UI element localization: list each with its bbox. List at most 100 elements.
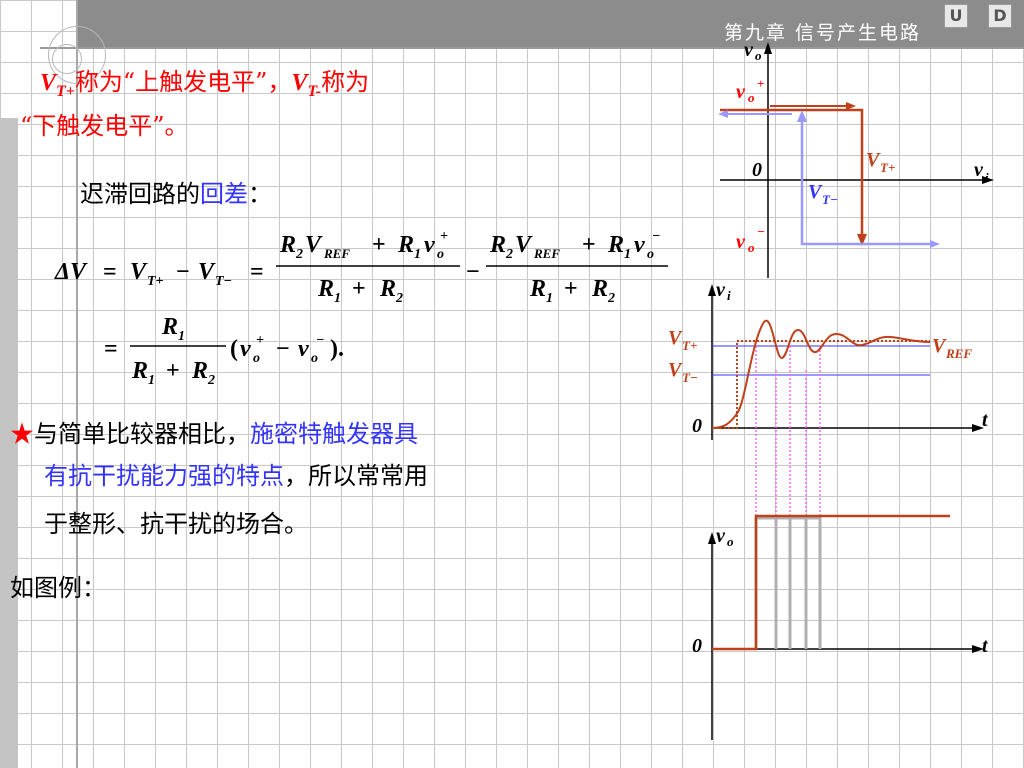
input-signal-curve	[711, 319, 931, 429]
delta-v: ΔV	[54, 259, 88, 285]
line2-num-r1-sub: 1	[178, 329, 185, 344]
vref-step	[712, 340, 930, 429]
comparison-text-a: 与简单比较器相比，	[34, 420, 250, 448]
frac2-vref-sub: REF	[533, 246, 560, 261]
frac1-r2-sub: 2	[295, 247, 303, 262]
frac1-r1: R	[397, 232, 414, 258]
hyst-blue-up-arrow	[797, 110, 807, 122]
frac2-vo-sub: o	[647, 247, 654, 262]
comparison-line3: 于整形、抗干扰的场合。	[44, 504, 308, 539]
comparison-text-b: 施密特触发器具	[250, 420, 418, 448]
input-vref: V	[932, 335, 947, 357]
line2-num-r1: R	[161, 314, 178, 340]
hyst-vo-minus-sup: −	[757, 224, 765, 239]
line2-minus: −	[276, 336, 290, 362]
line2-vo-minus-sup: −	[316, 333, 324, 348]
output-origin: 0	[692, 635, 702, 657]
hyst-vo-minus-sub: o	[748, 240, 755, 255]
input-origin: 0	[692, 415, 702, 437]
line2-vo-minus: v	[298, 336, 309, 362]
hyst-origin: 0	[752, 159, 762, 181]
frac1-den-r1-sub: 1	[334, 291, 341, 306]
hyst-x-sub: i	[985, 170, 989, 185]
line2-vo-minus-sub: o	[311, 351, 318, 366]
frac2-vo-sup: −	[652, 229, 660, 244]
line2-vo-plus-sub: o	[253, 351, 260, 366]
frac1-plus: +	[372, 232, 386, 258]
hyst-vo-plus-sub: o	[748, 90, 755, 105]
input-vt-minus: V	[668, 359, 683, 381]
output-y-sub: o	[727, 534, 734, 549]
minus-1: −	[176, 259, 190, 285]
comparison-line2: 有抗干扰能力强的特点，所以常常用	[44, 456, 428, 491]
frac2-den-r2-sub: 2	[607, 291, 615, 306]
line2-den-plus: +	[166, 358, 180, 384]
frac2-vref: V	[515, 232, 533, 258]
output-signal	[712, 514, 950, 651]
line2-den-r1-sub: 1	[148, 373, 155, 388]
output-y-arrow	[708, 532, 716, 544]
hyst-x-label: v	[974, 159, 984, 181]
frac2-den-r1-sub: 1	[546, 291, 553, 306]
hyst-vo-minus: v	[736, 231, 746, 253]
hyst-vo-plus-sup: +	[757, 76, 764, 91]
hyst-y-sub: o	[755, 48, 762, 63]
line2-den-r2: R	[191, 358, 208, 384]
frac2-r2: R	[489, 232, 506, 258]
vt-minus-sub: T−	[215, 274, 232, 289]
formula-svg: ΔV = V T+ − V T− = R 2 V REF + R 1 v o +…	[54, 39, 994, 740]
star-icon: ★	[10, 420, 34, 448]
hyst-y-arrow	[764, 42, 772, 54]
example-label: 如图例：	[10, 574, 106, 602]
input-waveform-graph: v i t 0 V T+ V T− V REF	[668, 279, 989, 518]
frac1-vref: V	[305, 232, 323, 258]
frac1-den-r1: R	[317, 276, 334, 302]
frac2-r2-sub: 2	[505, 247, 513, 262]
eq-1: =	[103, 259, 117, 285]
eq-3: =	[104, 336, 118, 362]
hyst-vt-minus-sub: T−	[822, 192, 838, 207]
line2-vo-plus-sup: +	[256, 333, 264, 348]
output-y-label: v	[716, 525, 726, 547]
minus-2: −	[466, 259, 480, 285]
frac1-den-plus: +	[352, 276, 366, 302]
line2-den-r1: R	[131, 358, 148, 384]
input-x-label: t	[982, 409, 989, 431]
hyst-vo-plus: v	[736, 81, 746, 103]
input-y-arrow	[708, 284, 716, 296]
frac1-r1-sub: 1	[414, 247, 421, 262]
hyst-vt-minus: V	[808, 181, 823, 203]
comparison-text-e: 于整形、抗干扰的场合。	[44, 510, 308, 538]
input-y-label: v	[716, 279, 726, 301]
input-vt-plus-sub: T+	[682, 338, 697, 353]
frac1-r2: R	[279, 232, 296, 258]
frac1-vo-sup: +	[440, 229, 448, 244]
input-y-sub: i	[727, 288, 731, 303]
comparison-text-d: ，所以常常用	[284, 462, 428, 490]
frac1-vo-sub: o	[437, 247, 444, 262]
frac1-den-r2-sub: 2	[395, 291, 403, 306]
hysteresis-graph: v o v i 0 v o + v o − V T+ V T−	[718, 39, 994, 278]
input-vref-sub: REF	[945, 346, 972, 361]
output-x-label: t	[982, 635, 989, 657]
frac1-den-r2: R	[379, 276, 396, 302]
line2-vo-plus: v	[240, 336, 251, 362]
frac2-plus: +	[582, 232, 596, 258]
comparison-text-c: 有抗干扰能力强的特点	[44, 462, 284, 490]
hyst-vt-plus: V	[866, 149, 881, 171]
output-waveform-graph: v o t 0	[692, 514, 989, 740]
frac1-vref-sub: REF	[323, 246, 350, 261]
input-vt-plus: V	[668, 327, 683, 349]
frac2-den-r1: R	[529, 276, 546, 302]
frac2-den-plus: +	[564, 276, 578, 302]
eq-2: =	[250, 259, 264, 285]
hyst-y-label: v	[744, 39, 754, 61]
frac2-r1: R	[607, 232, 624, 258]
hyst-vt-plus-sub: T+	[880, 160, 895, 175]
frac2-r1-sub: 1	[624, 247, 631, 262]
frac1-vo: v	[424, 232, 435, 258]
frac2-den-r2: R	[591, 276, 608, 302]
glitch-pulses	[754, 516, 822, 649]
hyst-red-path	[720, 108, 864, 240]
vt-plus-sub: T+	[147, 274, 164, 289]
